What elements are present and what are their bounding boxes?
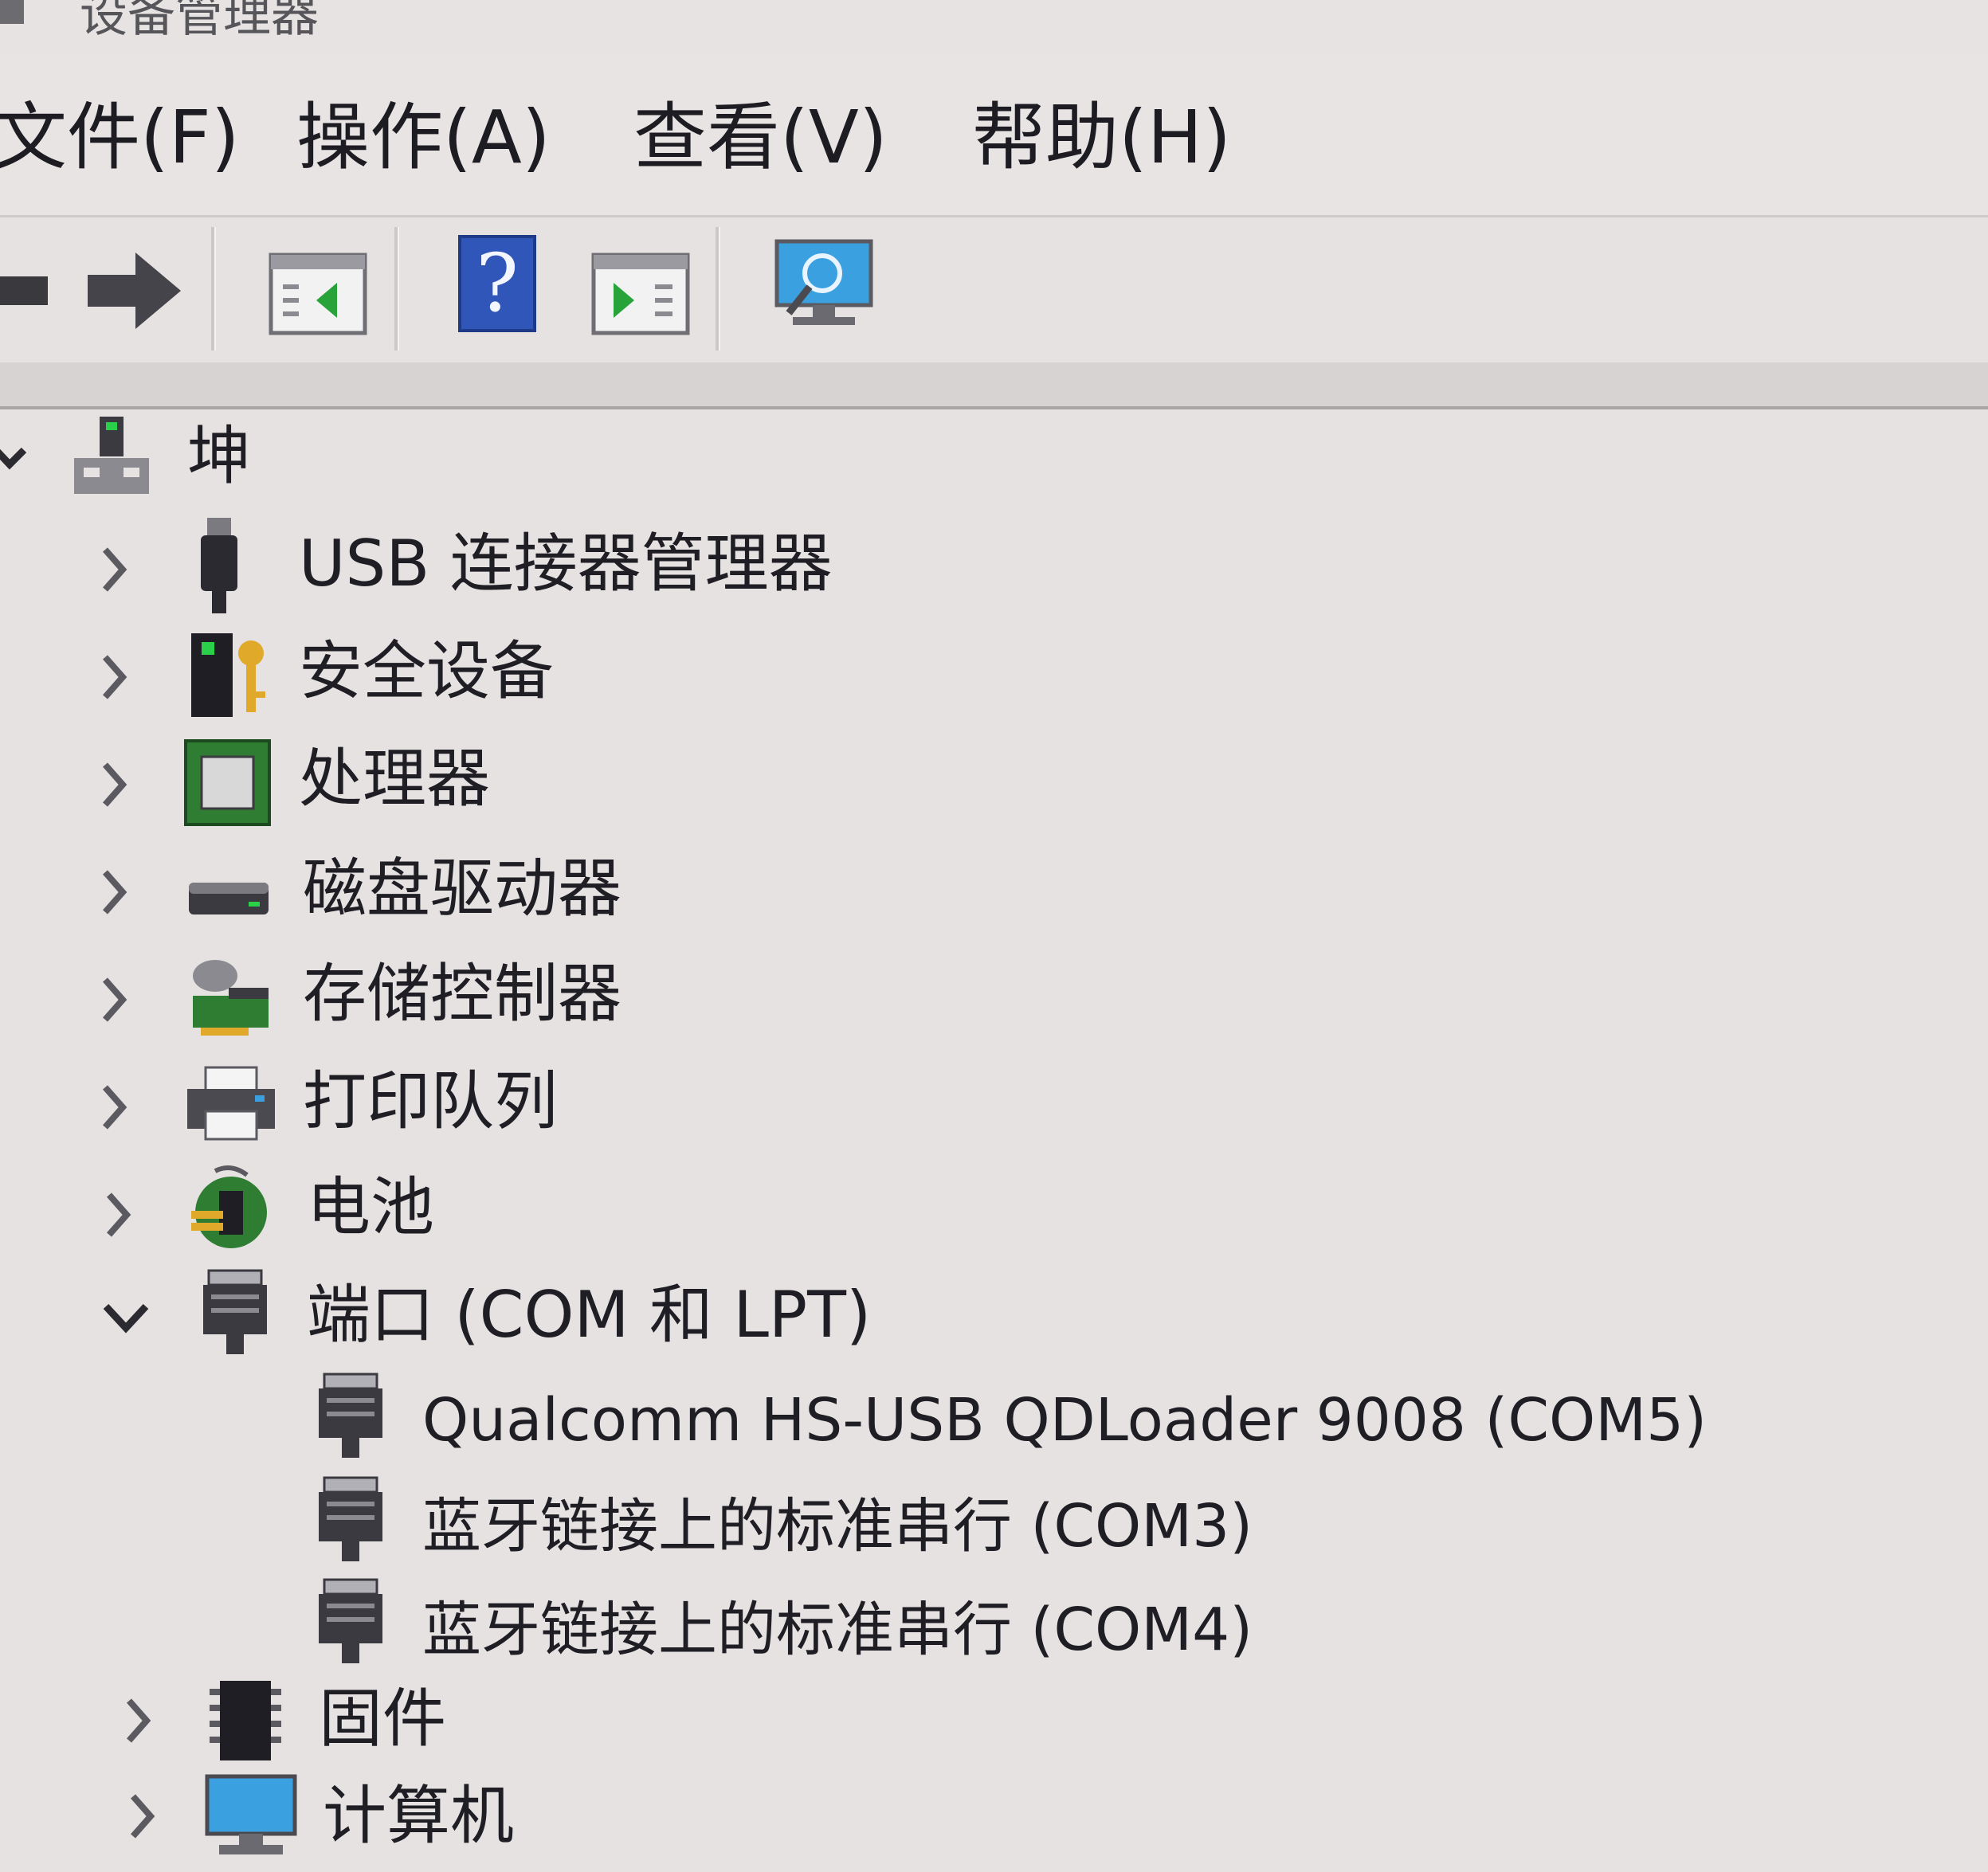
- computer-root-icon: [74, 417, 149, 494]
- storage-controller-icon: [193, 960, 269, 1036]
- menu-help[interactable]: 帮助(H): [972, 94, 1231, 182]
- tree-item-label[interactable]: 端口 (COM 和 LPT): [307, 1277, 871, 1353]
- chevron-right-icon[interactable]: [96, 864, 135, 920]
- chevron-right-icon[interactable]: [96, 757, 135, 813]
- tree-item-label[interactable]: 处理器: [299, 741, 490, 817]
- tree-root-label[interactable]: 坤: [187, 418, 251, 495]
- tree-item-label[interactable]: 安全设备: [299, 633, 554, 710]
- port-connector-icon: [319, 1373, 382, 1458]
- tree-item-label[interactable]: 固件: [319, 1681, 446, 1757]
- usb-connector-icon: [201, 518, 237, 613]
- firmware-chip-icon: [210, 1681, 281, 1760]
- port-connector-icon: [319, 1476, 382, 1561]
- menu-view[interactable]: 查看(V): [633, 94, 888, 182]
- toolbar-separator: [394, 227, 399, 351]
- chevron-right-icon[interactable]: [96, 972, 135, 1028]
- back-arrow-icon[interactable]: [0, 255, 56, 327]
- scan-hardware-monitor-icon[interactable]: [773, 237, 876, 337]
- toolbar-separator: [211, 227, 216, 351]
- chevron-down-icon[interactable]: [0, 434, 32, 482]
- tree-child-label[interactable]: 蓝牙链接上的标准串行 (COM4): [422, 1592, 1253, 1668]
- processor-chip-icon: [184, 739, 271, 826]
- chevron-right-icon[interactable]: [100, 1187, 139, 1243]
- menu-action[interactable]: 操作(A): [296, 94, 551, 182]
- chevron-right-icon[interactable]: [96, 542, 135, 597]
- tree-item-label[interactable]: 打印队列: [303, 1063, 558, 1140]
- svg-text:?: ?: [476, 237, 519, 330]
- tree-item-label[interactable]: USB 连接器管理器: [299, 526, 833, 602]
- port-connector-icon: [319, 1578, 382, 1663]
- tree-item-label[interactable]: 磁盘驱动器: [303, 851, 621, 927]
- update-driver-window-icon[interactable]: [590, 251, 693, 339]
- help-icon[interactable]: ?: [458, 235, 538, 335]
- chevron-right-icon[interactable]: [120, 1693, 159, 1749]
- chevron-down-icon[interactable]: [100, 1294, 155, 1342]
- security-device-key-icon: [191, 633, 265, 717]
- computer-monitor-icon: [205, 1774, 297, 1854]
- properties-window-icon[interactable]: [267, 251, 371, 339]
- toolbar-bottom-band: [0, 362, 1988, 409]
- disk-drive-icon: [189, 883, 269, 914]
- printer-icon: [187, 1066, 275, 1141]
- battery-icon: [191, 1165, 267, 1248]
- tree-item-label[interactable]: 计算机: [323, 1778, 514, 1854]
- tree-child-label[interactable]: 蓝牙链接上的标准串行 (COM3): [422, 1488, 1253, 1565]
- forward-arrow-icon[interactable]: [84, 243, 187, 339]
- chevron-right-icon[interactable]: [96, 649, 135, 705]
- title-bar: 设备管理器: [0, 0, 1988, 56]
- tree-child-label[interactable]: Qualcomm HS-USB QDLoader 9008 (COM5): [422, 1382, 1707, 1459]
- port-connector-icon: [203, 1269, 267, 1354]
- device-manager-app-icon: [0, 0, 24, 24]
- chevron-right-icon[interactable]: [124, 1788, 163, 1844]
- tree-item-label[interactable]: 电池: [307, 1169, 434, 1246]
- toolbar-separator: [716, 227, 720, 351]
- window-title: 设备管理器: [80, 0, 319, 43]
- chevron-right-icon[interactable]: [96, 1079, 135, 1135]
- menu-file[interactable]: 文件(F): [0, 94, 240, 182]
- tree-item-label[interactable]: 存储控制器: [303, 956, 621, 1032]
